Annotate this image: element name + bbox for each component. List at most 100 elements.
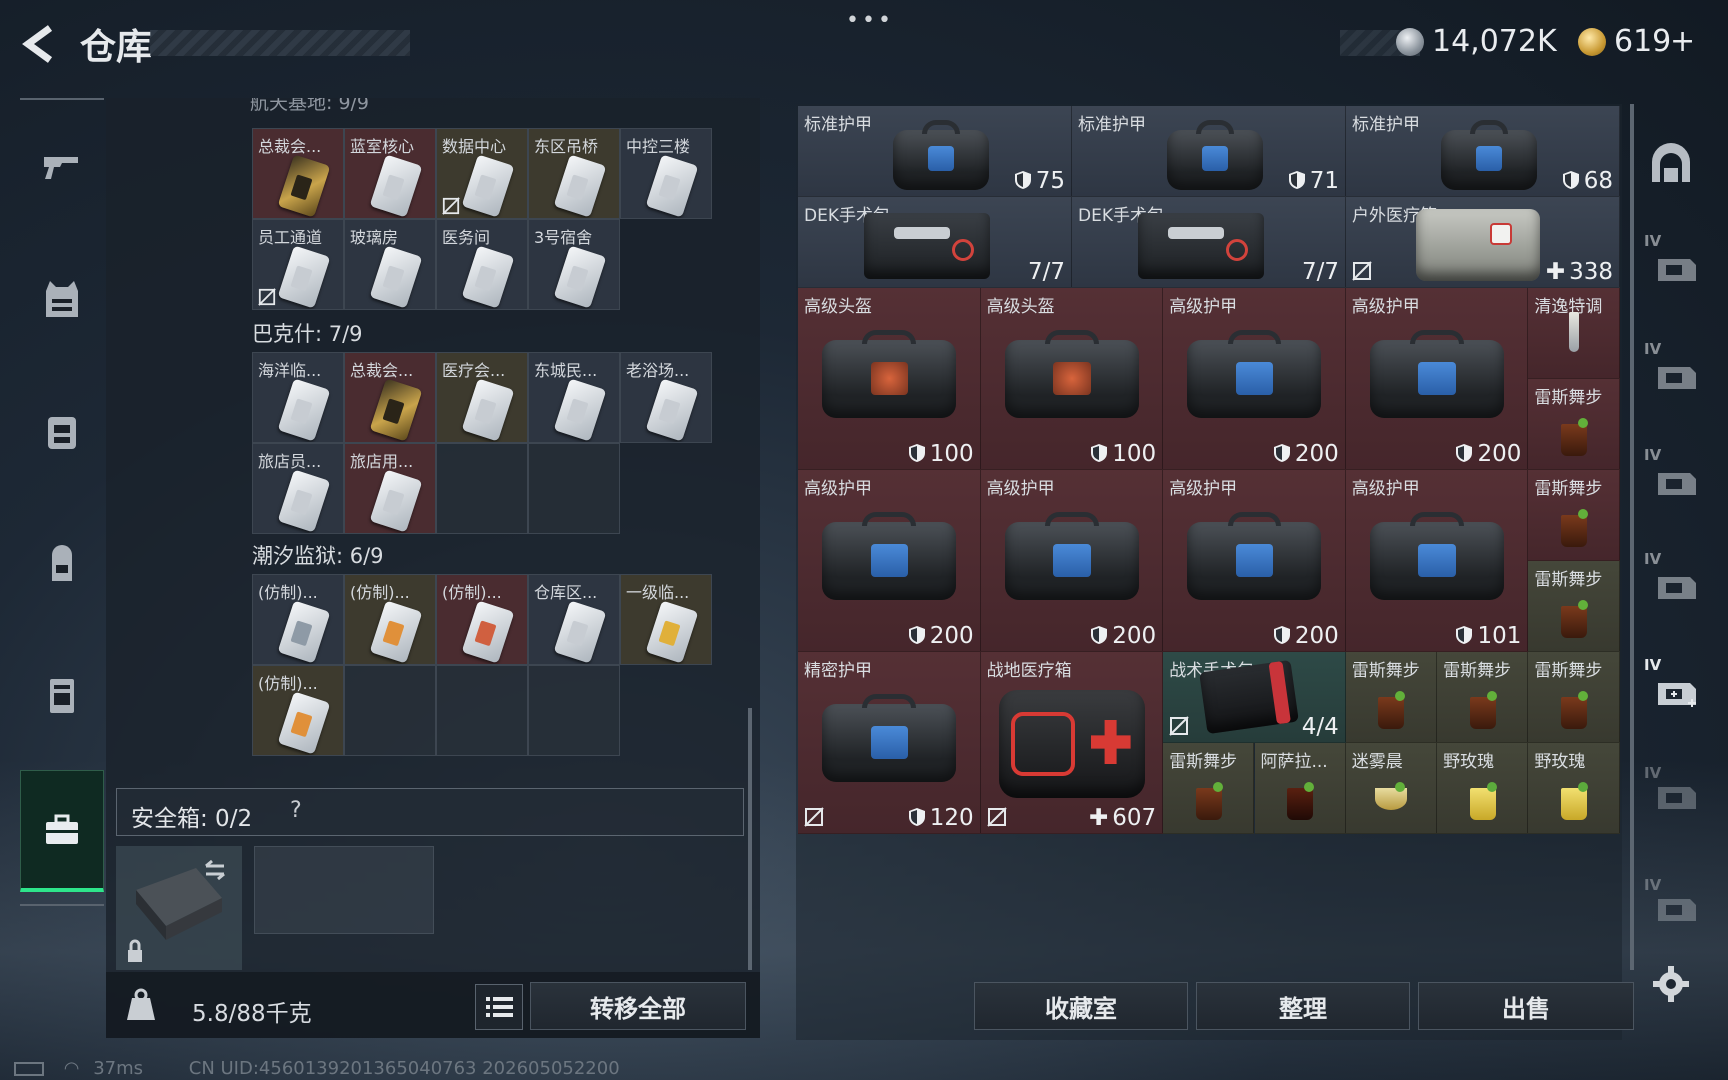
item-name: 标准护甲 [1078, 115, 1146, 135]
inventory-item[interactable]: 高级护甲 200 [1345, 288, 1529, 470]
weight-text: 5.8/88千克 [192, 1001, 312, 1027]
inventory-item[interactable]: 高级护甲 200 [980, 470, 1164, 652]
inventory-item[interactable]: 标准护甲 75 [798, 106, 1072, 197]
rail-safehouse[interactable] [1636, 122, 1706, 202]
key-card-slot[interactable]: 蓝室核心 [344, 128, 436, 219]
nav-weapons[interactable] [20, 112, 104, 222]
kit-label-icon [1168, 227, 1224, 239]
key-card-slot[interactable]: 东区吊桥 [528, 128, 620, 219]
inventory-item[interactable]: 高级护甲 200 [1163, 288, 1346, 470]
inventory-item[interactable]: 雷斯舞步 [1528, 470, 1620, 561]
inventory-item[interactable]: 户外医疗箱 ✚ 338 [1346, 197, 1620, 288]
key-card-slot[interactable]: 总裁会... [344, 352, 436, 443]
safe-box-item[interactable] [116, 846, 242, 970]
key-card-slot[interactable]: 3号宿舍 [528, 219, 620, 310]
key-card-slot[interactable]: 一级临... [620, 574, 712, 665]
nav-container[interactable] [20, 640, 104, 750]
inventory-item[interactable]: 高级头盔 100 [798, 288, 981, 470]
list-view-button[interactable] [475, 984, 523, 1030]
help-button[interactable]: ? [290, 798, 302, 823]
inventory-item[interactable]: 雷斯舞步 [1528, 379, 1620, 470]
key-card-slot[interactable]: 中控三楼 [620, 128, 712, 219]
key-card-slot[interactable]: 旅店用... [344, 443, 436, 534]
armor-icon [1167, 119, 1263, 190]
inventory-item[interactable]: 野玫瑰 [1528, 743, 1620, 834]
inventory-item[interactable]: 高级护甲 101 [1345, 470, 1529, 652]
key-card-slot[interactable]: (仿制)... [436, 574, 528, 665]
weight-icon [127, 988, 155, 1020]
key-card-slot[interactable]: 总裁会... [252, 128, 344, 219]
helmet-icon [822, 330, 957, 418]
inventory-item[interactable]: 高级护甲 200 [1163, 470, 1346, 652]
nav-backpack[interactable] [20, 508, 104, 618]
no-trade-icon [1169, 716, 1189, 736]
rail-box-2[interactable]: IV [1636, 436, 1706, 516]
sell-button[interactable]: 出售 [1418, 982, 1634, 1030]
inventory-item[interactable]: 标准护甲 68 [1346, 106, 1620, 197]
inventory-item[interactable]: DEK手术包 7/7 [798, 197, 1072, 288]
left-scrollbar[interactable] [748, 708, 752, 970]
key-card-slot[interactable]: 旅店员... [252, 443, 344, 534]
rail-box-1[interactable]: IV [1636, 330, 1706, 410]
inventory-item[interactable]: 阿萨拉... [1254, 743, 1346, 834]
nav-rig[interactable] [20, 376, 104, 486]
key-card-slot[interactable]: 老浴场... [620, 352, 712, 443]
nav-warehouse[interactable] [20, 770, 104, 892]
transfer-all-button[interactable]: 转移全部 [530, 982, 746, 1030]
item-value: 68 [1562, 168, 1613, 194]
key-card-slot[interactable]: 医务间 [436, 219, 528, 310]
silver-currency: 14,072K [1432, 24, 1557, 59]
nav-armor[interactable] [20, 244, 104, 354]
first-aid-icon [1010, 712, 1075, 776]
gear-icon [1653, 966, 1689, 1002]
key-card-slot[interactable]: 东城民... [528, 352, 620, 443]
organize-button[interactable]: 整理 [1196, 982, 1410, 1030]
more-dots-icon[interactable]: ••• [846, 8, 894, 33]
inventory-item[interactable]: 精密护甲 120 [798, 652, 981, 834]
key-card-slot[interactable]: (仿制)... [252, 665, 344, 756]
card-strip-icon [382, 398, 405, 425]
armor-icon [822, 694, 957, 782]
key-card-slot[interactable]: (仿制)... [344, 574, 436, 665]
key-card-slot[interactable]: 海洋临... [252, 352, 344, 443]
inventory-item[interactable]: 雷斯舞步 [1345, 652, 1438, 743]
inventory-item[interactable]: 清逸特调 [1528, 288, 1620, 379]
no-trade-icon [258, 288, 276, 306]
card-strip-icon [382, 620, 405, 647]
rail-box-4[interactable]: IV [1636, 646, 1706, 726]
drink-icon [1561, 606, 1588, 638]
key-card-slot[interactable]: 玻璃房 [344, 219, 436, 310]
key-card-icon [277, 154, 331, 218]
inventory-item[interactable]: 战地医疗箱 ✚ 607 [980, 652, 1164, 834]
rail-box-0[interactable]: IV [1636, 222, 1706, 302]
handle-icon [1045, 512, 1099, 526]
inventory-item[interactable]: 高级头盔 100 [980, 288, 1164, 470]
inventory-item[interactable]: 迷雾晨 [1345, 743, 1438, 834]
key-card-label: 老浴场... [626, 361, 690, 380]
inventory-item[interactable]: 雷斯舞步 [1163, 743, 1255, 834]
inventory-item[interactable]: 标准护甲 71 [1072, 106, 1346, 197]
key-card-slot[interactable]: 数据中心 [436, 128, 528, 219]
inventory-item[interactable]: 雷斯舞步 [1528, 561, 1620, 652]
key-card-slot[interactable]: 医疗会... [436, 352, 528, 443]
inventory-item[interactable]: DEK手术包 7/7 [1072, 197, 1346, 288]
wifi-icon: ◠ [63, 1058, 80, 1079]
key-card-slot[interactable]: (仿制)... [252, 574, 344, 665]
inventory-item[interactable]: 雷斯舞步 [1437, 652, 1529, 743]
key-card-slot[interactable]: 仓库区... [528, 574, 620, 665]
key-card-label: 员工通道 [258, 228, 323, 247]
rail-box-3[interactable]: IV [1636, 540, 1706, 620]
back-arrow-icon[interactable] [18, 22, 62, 66]
safe-box-slot[interactable] [254, 846, 434, 934]
settings-button[interactable] [1636, 944, 1706, 1024]
rail-box-5[interactable]: IV [1636, 750, 1706, 830]
inventory-item[interactable]: 雷斯舞步 [1528, 652, 1620, 743]
rail-box-6[interactable]: IV [1636, 862, 1706, 942]
inventory-item[interactable]: 战术手术包4/4 [1163, 652, 1346, 743]
collection-room-button[interactable]: 收藏室 [974, 982, 1188, 1030]
inventory-item[interactable]: 高级护甲 200 [798, 470, 981, 652]
key-card-slot[interactable]: 员工通道 [252, 219, 344, 310]
inventory-item[interactable]: 野玫瑰 [1437, 743, 1529, 834]
right-scrollbar[interactable] [1630, 104, 1634, 970]
add-currency-button[interactable]: + [1670, 24, 1695, 59]
